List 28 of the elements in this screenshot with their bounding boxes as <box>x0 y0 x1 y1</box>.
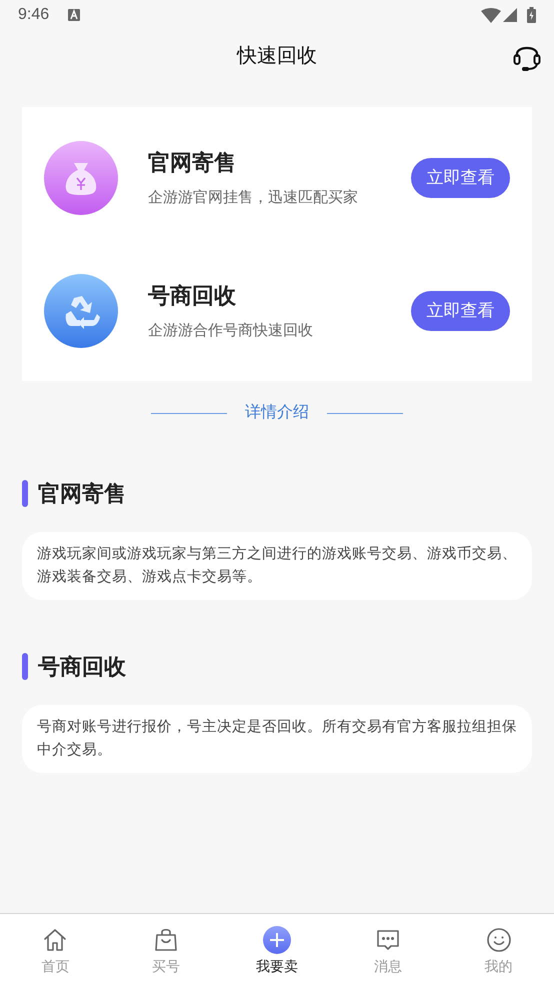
page-title: 快速回收 <box>237 44 317 69</box>
view-now-button[interactable]: 立即查看 <box>411 158 510 198</box>
money-bag-icon <box>44 140 118 214</box>
nav-tab[interactable]: 买号 <box>110 914 222 984</box>
details-label: 详情介绍 <box>245 402 309 423</box>
option-title: 官网寄售 <box>148 148 237 177</box>
signal-icon <box>503 8 517 22</box>
plus-icon <box>262 926 291 954</box>
recycle-icon <box>44 274 118 348</box>
status-time: 9:46 <box>18 5 50 25</box>
option-title: 号商回收 <box>148 282 237 310</box>
section-description: 游戏玩家间或游戏玩家与第三方之间进行的游戏账号交易、游戏币交易、游戏装备交易、游戏点卡交易等。 <box>37 544 517 587</box>
option-subtitle: 企游游官网挂售，迅速匹配买家 <box>148 188 359 208</box>
heading-accent-bar <box>22 480 28 507</box>
nav-tab[interactable]: 我要卖 <box>222 914 332 984</box>
heading-accent-bar <box>22 653 28 680</box>
nav-tab[interactable]: 首页 <box>0 914 111 984</box>
view-now-button[interactable]: 立即查看 <box>411 290 510 330</box>
keyboard-notification-icon <box>68 9 80 21</box>
nav-tab[interactable]: 我的 <box>443 914 554 984</box>
section-heading: 号商回收 <box>38 653 126 681</box>
section-heading: 官网寄售 <box>38 480 126 508</box>
smiley-icon <box>484 926 513 954</box>
battery-icon <box>527 7 536 23</box>
section-description: 号商对账号进行报价，号主决定是否回收。所有交易有官方客服拉组担保中介交易。 <box>37 718 517 760</box>
option-subtitle: 企游游合作号商快速回收 <box>148 320 314 341</box>
wifi-icon <box>481 8 501 22</box>
nav-tab[interactable]: 消息 <box>332 914 444 984</box>
